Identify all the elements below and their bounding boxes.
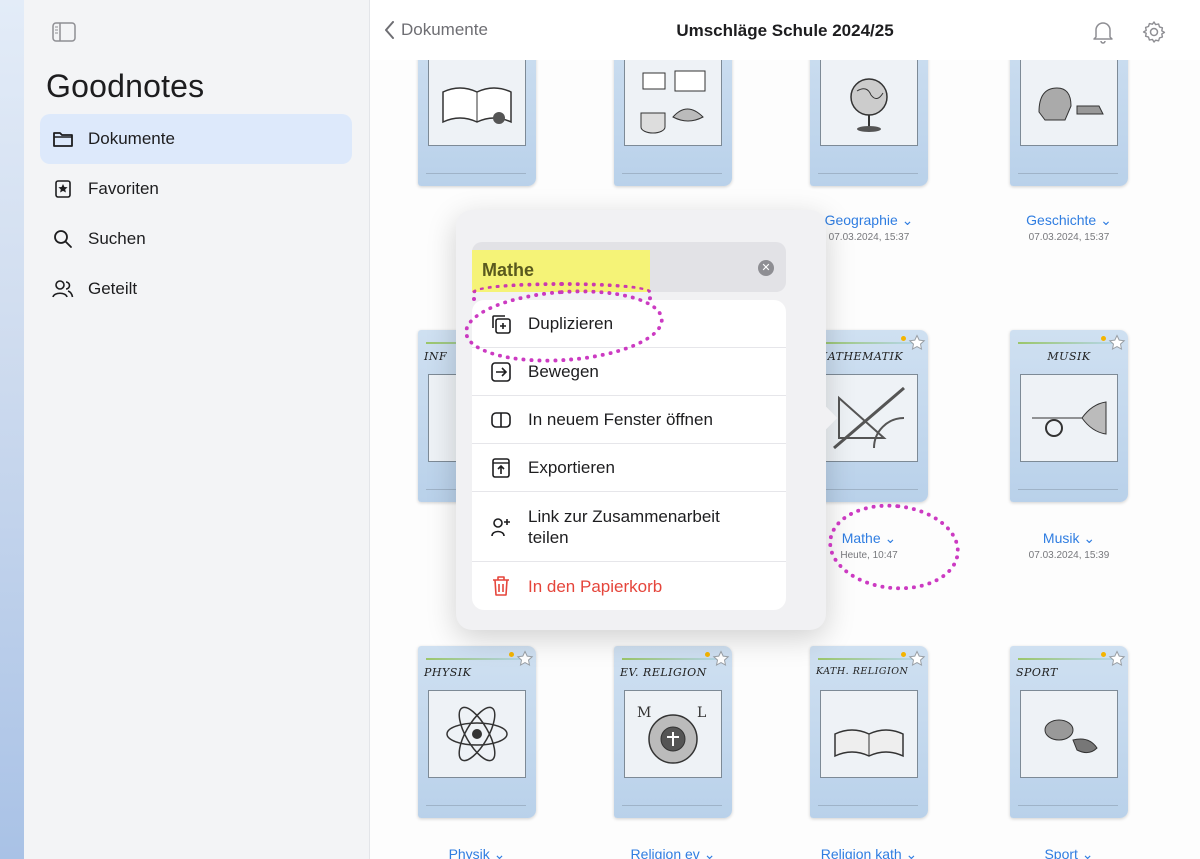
document-name[interactable]: Geschichte ⌄: [962, 212, 1176, 229]
annotation-stroke: [472, 282, 652, 302]
notebook-cover[interactable]: PHYSIK: [418, 646, 536, 818]
document-name[interactable]: Religion ev ⌄: [566, 846, 780, 859]
document-date: 07.03.2024, 15:39: [1028, 550, 1110, 561]
gear-icon[interactable]: [1142, 20, 1166, 49]
bookmark-star-icon: [52, 178, 74, 200]
sidebar-item-label: Dokumente: [88, 129, 175, 148]
document-name[interactable]: Sport ⌄: [962, 846, 1176, 859]
export-icon: [488, 457, 514, 479]
sidebar-nav: Dokumente Favoriten Suchen Geteilt: [40, 114, 352, 314]
sidebar-toggle-icon[interactable]: [52, 22, 76, 42]
folder-icon: [52, 128, 74, 150]
luther-rose-illustration-icon: ML: [624, 690, 722, 778]
cover-subject: EV. RELIGION: [620, 666, 707, 679]
notebook-cover[interactable]: MUSIK: [1010, 330, 1128, 502]
menu-item-trash[interactable]: In den Papierkorb: [472, 562, 786, 610]
sidebar-item-label: Geteilt: [88, 279, 138, 298]
document-name[interactable]: Religion kath ⌄: [762, 846, 976, 859]
open-bible-illustration-icon: [820, 690, 918, 778]
sidebar: Goodnotes Dokumente Favoriten Suchen Get…: [24, 0, 370, 859]
top-bar: Dokumente Umschläge Schule 2024/25: [370, 0, 1200, 60]
sidebar-item-favoriten[interactable]: Favoriten: [40, 164, 352, 214]
sports-equipment-illustration-icon: [1020, 690, 1118, 778]
page-title: Umschläge Schule 2024/25: [676, 21, 894, 40]
svg-text:M: M: [637, 705, 651, 721]
notebook-cover[interactable]: SPORT: [1010, 646, 1128, 818]
knight-helmet-illustration-icon: [1020, 58, 1118, 146]
book-illustration-icon: [428, 58, 526, 146]
cover-subject: MUSIK: [1047, 350, 1091, 363]
coffee-croissant-illustration-icon: [624, 58, 722, 146]
move-icon: [488, 361, 514, 383]
app-window: Goodnotes Dokumente Favoriten Suchen Get…: [24, 0, 1200, 859]
document-name[interactable]: Musik ⌄: [962, 530, 1176, 547]
context-menu: Mathe ✕ Duplizieren Bewegen In neuem Fen…: [456, 210, 838, 630]
sidebar-item-dokumente[interactable]: Dokumente: [40, 114, 352, 164]
notebook-cover[interactable]: EV. RELIGION ML: [614, 646, 732, 818]
menu-item-label: Link zur Zusammenarbeit teilen: [528, 506, 720, 547]
globe-illustration-icon: [820, 58, 918, 146]
menu-item-export[interactable]: Exportieren: [472, 444, 786, 492]
menu-item-label: In den Papierkorb: [528, 576, 663, 596]
rename-input-value[interactable]: Mathe: [482, 260, 534, 281]
menu-item-label: In neuem Fenster öffnen: [528, 410, 713, 429]
menu-item-share-collab-link[interactable]: Link zur Zusammenarbeit teilen: [472, 492, 786, 562]
menu-item-label: Exportieren: [528, 458, 615, 477]
add-person-icon: [488, 516, 514, 538]
cover-subject: SPORT: [1016, 666, 1058, 679]
atom-illustration-icon: [428, 690, 526, 778]
cover-subject: MATHEMATIK: [816, 350, 904, 363]
cover-subject: PHYSIK: [424, 666, 472, 679]
document-name[interactable]: Physik ⌄: [370, 846, 584, 859]
notebook-cover[interactable]: KATH. RELIGION: [810, 646, 928, 818]
app-title: Goodnotes: [46, 68, 205, 104]
people-icon: [52, 278, 74, 300]
document-date: 07.03.2024, 15:37: [1028, 232, 1110, 243]
svg-text:L: L: [697, 705, 706, 721]
sidebar-item-geteilt[interactable]: Geteilt: [40, 264, 352, 314]
menu-item-open-new-window[interactable]: In neuem Fenster öffnen: [472, 396, 786, 444]
sidebar-item-label: Suchen: [88, 229, 146, 248]
cover-subject: KATH. RELIGION: [816, 666, 909, 677]
menu-item-label: Bewegen: [528, 362, 599, 381]
bell-icon[interactable]: [1092, 20, 1114, 49]
trumpet-illustration-icon: [1020, 374, 1118, 462]
split-window-icon: [488, 411, 514, 429]
search-icon: [52, 228, 74, 250]
clear-icon[interactable]: ✕: [758, 260, 774, 276]
trash-icon: [488, 575, 514, 597]
sidebar-item-label: Favoriten: [88, 179, 159, 198]
sidebar-item-suchen[interactable]: Suchen: [40, 214, 352, 264]
